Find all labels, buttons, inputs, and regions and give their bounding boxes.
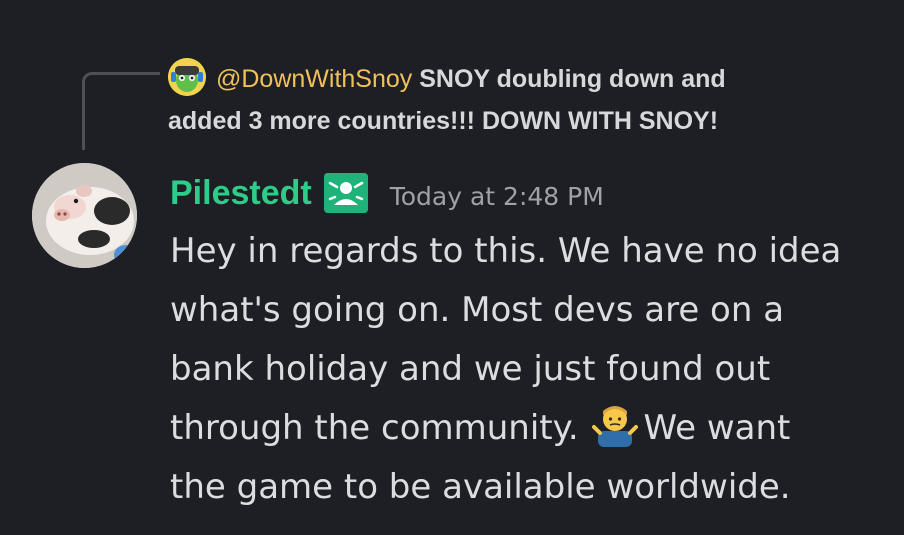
reply-author-avatar[interactable] xyxy=(168,58,206,97)
username[interactable]: Pilestedt xyxy=(170,174,312,213)
man-shrugging-emoji-icon[interactable] xyxy=(591,401,638,447)
message-header: Pilestedt Today at 2:48 PM xyxy=(170,168,604,218)
message-body: Hey in regards to this. We have no idea … xyxy=(170,222,885,517)
reply-connector-line xyxy=(82,72,160,150)
message-timestamp[interactable]: Today at 2:48 PM xyxy=(390,182,604,211)
chat-message-container: @DownWithSnoy SNOY doubling down and add… xyxy=(0,0,904,535)
role-badge-icon[interactable] xyxy=(323,173,368,213)
message-line: Hey in regards to this. We have no idea xyxy=(170,231,842,271)
message-line: bank holiday and we just found out xyxy=(170,349,771,389)
reply-author-name[interactable]: @DownWithSnoy xyxy=(216,65,412,93)
reply-text-line2: added 3 more countries!!! DOWN WITH SNOY… xyxy=(168,107,719,135)
reply-reference[interactable]: @DownWithSnoy SNOY doubling down and add… xyxy=(168,58,868,142)
message-line-with-emoji: through the community. We want xyxy=(170,399,885,458)
message-line: what's going on. Most devs are on a xyxy=(170,290,785,330)
message-text-segment: through the community. xyxy=(170,408,579,448)
message-line: the game to be available worldwide. xyxy=(170,467,791,507)
reply-text-line1: SNOY doubling down and xyxy=(419,65,726,93)
user-avatar[interactable] xyxy=(32,163,137,268)
message-text-segment: We want xyxy=(643,408,791,448)
